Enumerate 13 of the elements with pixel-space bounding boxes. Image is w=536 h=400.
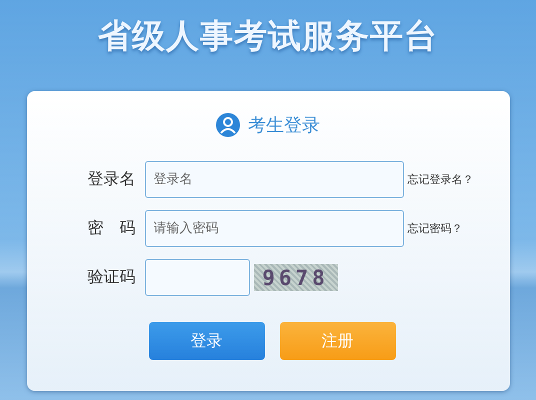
forgot-link[interactable]: 忘记密码？ <box>408 221 462 236</box>
field-label: 验证码 <box>86 267 136 288</box>
login-heading: 考生登录 <box>248 114 320 137</box>
field-label: 登录名 <box>86 169 136 190</box>
captcha-field[interactable] <box>144 259 250 296</box>
field-label: 密 码 <box>86 218 136 239</box>
captcha-image[interactable]: 9678 <box>254 264 338 291</box>
page-title: 省级人事考试服务平台 <box>98 15 438 57</box>
forgot-link[interactable]: 忘记登录名？ <box>408 172 474 187</box>
username-field[interactable]: 登录名 <box>144 161 404 198</box>
password-field[interactable]: 请输入密码 <box>144 210 404 247</box>
login-button[interactable]: 登录 <box>148 322 264 360</box>
user-icon <box>216 113 240 137</box>
